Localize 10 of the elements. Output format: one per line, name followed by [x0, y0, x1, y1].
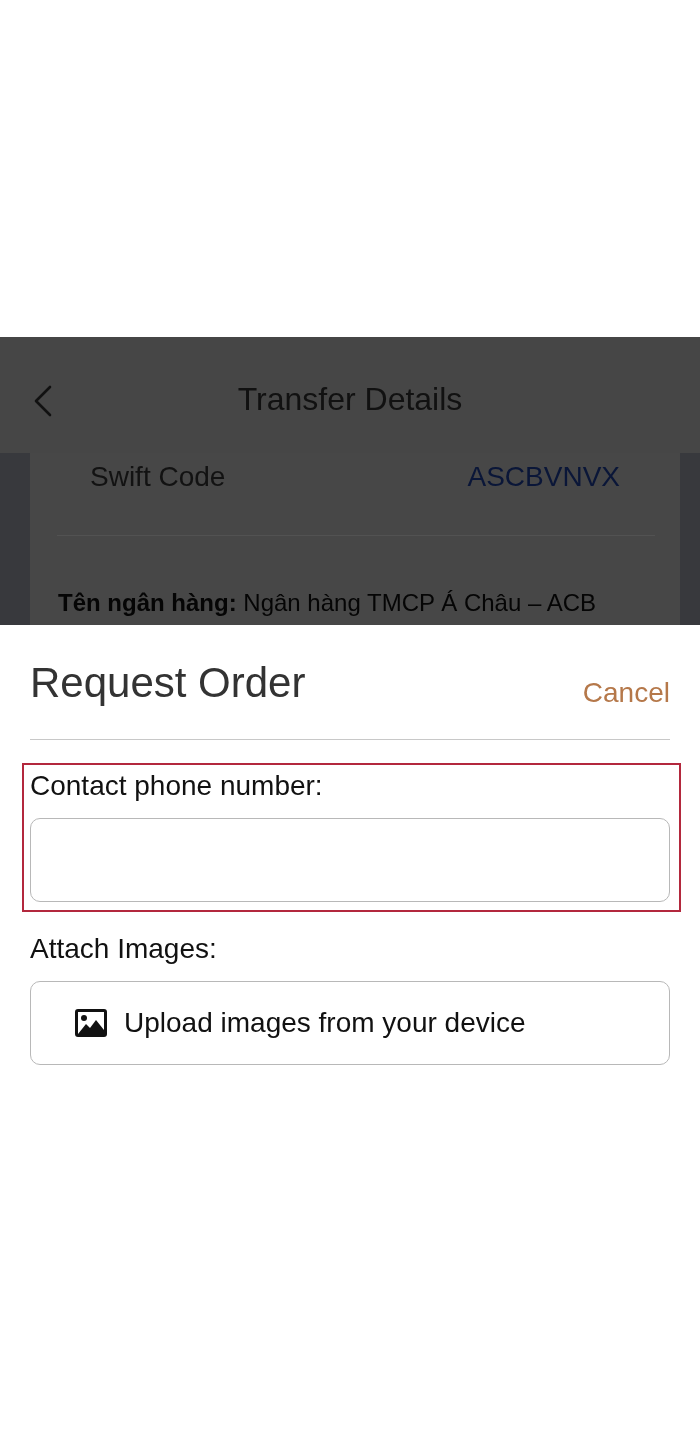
upload-button[interactable]: Upload images from your device	[30, 980, 670, 1065]
image-icon	[75, 1008, 107, 1037]
back-icon[interactable]	[34, 385, 52, 417]
cancel-button[interactable]: Cancel	[582, 675, 670, 710]
sheet-title: Request Order	[30, 658, 306, 708]
field-label: Contact phone number:	[30, 769, 324, 803]
field-label: Attach Images:	[30, 932, 218, 966]
phone-input-field[interactable]	[30, 818, 670, 902]
bank-name-text: Tên ngân hàng: Ngân hàng TMCP Á Châu – ACB	[57, 588, 597, 618]
swift-code-value: ASCBVNVX	[467, 460, 620, 494]
